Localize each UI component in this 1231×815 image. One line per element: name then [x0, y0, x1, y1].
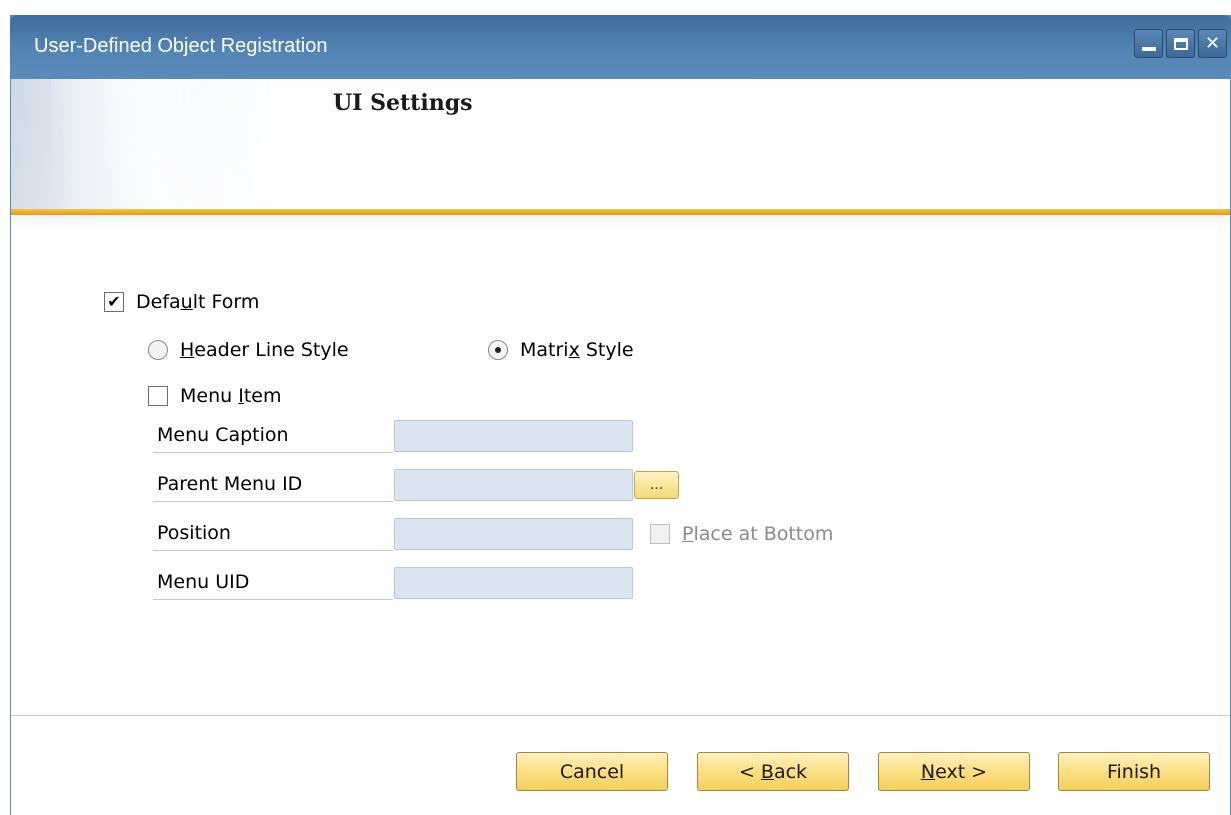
cancel-button[interactable]: Cancel	[516, 752, 668, 791]
parent-menu-id-label: Parent Menu ID	[153, 466, 393, 502]
banner-decoration	[11, 79, 271, 209]
header-line-style-row[interactable]: Header Line Style	[148, 339, 349, 361]
banner-shadow	[11, 215, 1230, 231]
header-banner: UI Settings	[11, 79, 1230, 209]
close-icon: ✕	[1204, 33, 1221, 54]
menu-uid-label: Menu UID	[153, 564, 393, 600]
menu-uid-input[interactable]	[394, 567, 633, 599]
page-title: UI Settings	[333, 90, 473, 116]
matrix-style-label: Matrix Style	[520, 339, 634, 361]
back-button[interactable]: < Back	[697, 752, 849, 791]
title-bar[interactable]: User-Defined Object Registration ✕	[10, 15, 1231, 79]
place-at-bottom-label: Place at Bottom	[682, 523, 834, 545]
place-at-bottom-checkbox[interactable]	[650, 524, 670, 544]
radio-selected-icon	[495, 347, 501, 353]
menu-caption-input[interactable]	[394, 420, 633, 452]
header-line-style-label: Header Line Style	[180, 339, 349, 361]
position-input[interactable]	[394, 518, 633, 550]
dialog-window: User-Defined Object Registration ✕ UI Se…	[10, 15, 1231, 815]
matrix-style-radio[interactable]	[488, 340, 508, 360]
minimize-icon	[1141, 46, 1156, 51]
parent-menu-browse-button[interactable]: ...	[634, 471, 679, 499]
menu-item-checkbox[interactable]	[148, 386, 168, 406]
default-form-checkbox[interactable]: ✔	[104, 292, 124, 312]
window-controls: ✕	[1134, 29, 1227, 58]
dialog-body: UI Settings ✔ Default Form Header Line S…	[11, 79, 1230, 815]
window-title: User-Defined Object Registration	[34, 35, 328, 57]
minimize-button[interactable]	[1134, 29, 1163, 58]
default-form-row[interactable]: ✔ Default Form	[104, 291, 259, 313]
close-button[interactable]: ✕	[1198, 29, 1227, 58]
default-form-label: Default Form	[136, 291, 260, 313]
maximize-icon	[1173, 37, 1188, 50]
menu-item-row[interactable]: Menu Item	[148, 385, 281, 407]
maximize-button[interactable]	[1166, 29, 1195, 58]
menu-item-label: Menu Item	[180, 385, 282, 407]
place-at-bottom-row[interactable]: Place at Bottom	[650, 523, 833, 545]
matrix-style-row[interactable]: Matrix Style	[488, 339, 634, 361]
position-label: Position	[153, 515, 393, 551]
menu-caption-label: Menu Caption	[153, 417, 393, 453]
header-line-style-radio[interactable]	[148, 340, 168, 360]
parent-menu-id-input[interactable]	[394, 469, 633, 501]
finish-button[interactable]: Finish	[1058, 752, 1210, 791]
checkmark-icon: ✔	[107, 292, 121, 311]
next-button[interactable]: Next >	[878, 752, 1030, 791]
